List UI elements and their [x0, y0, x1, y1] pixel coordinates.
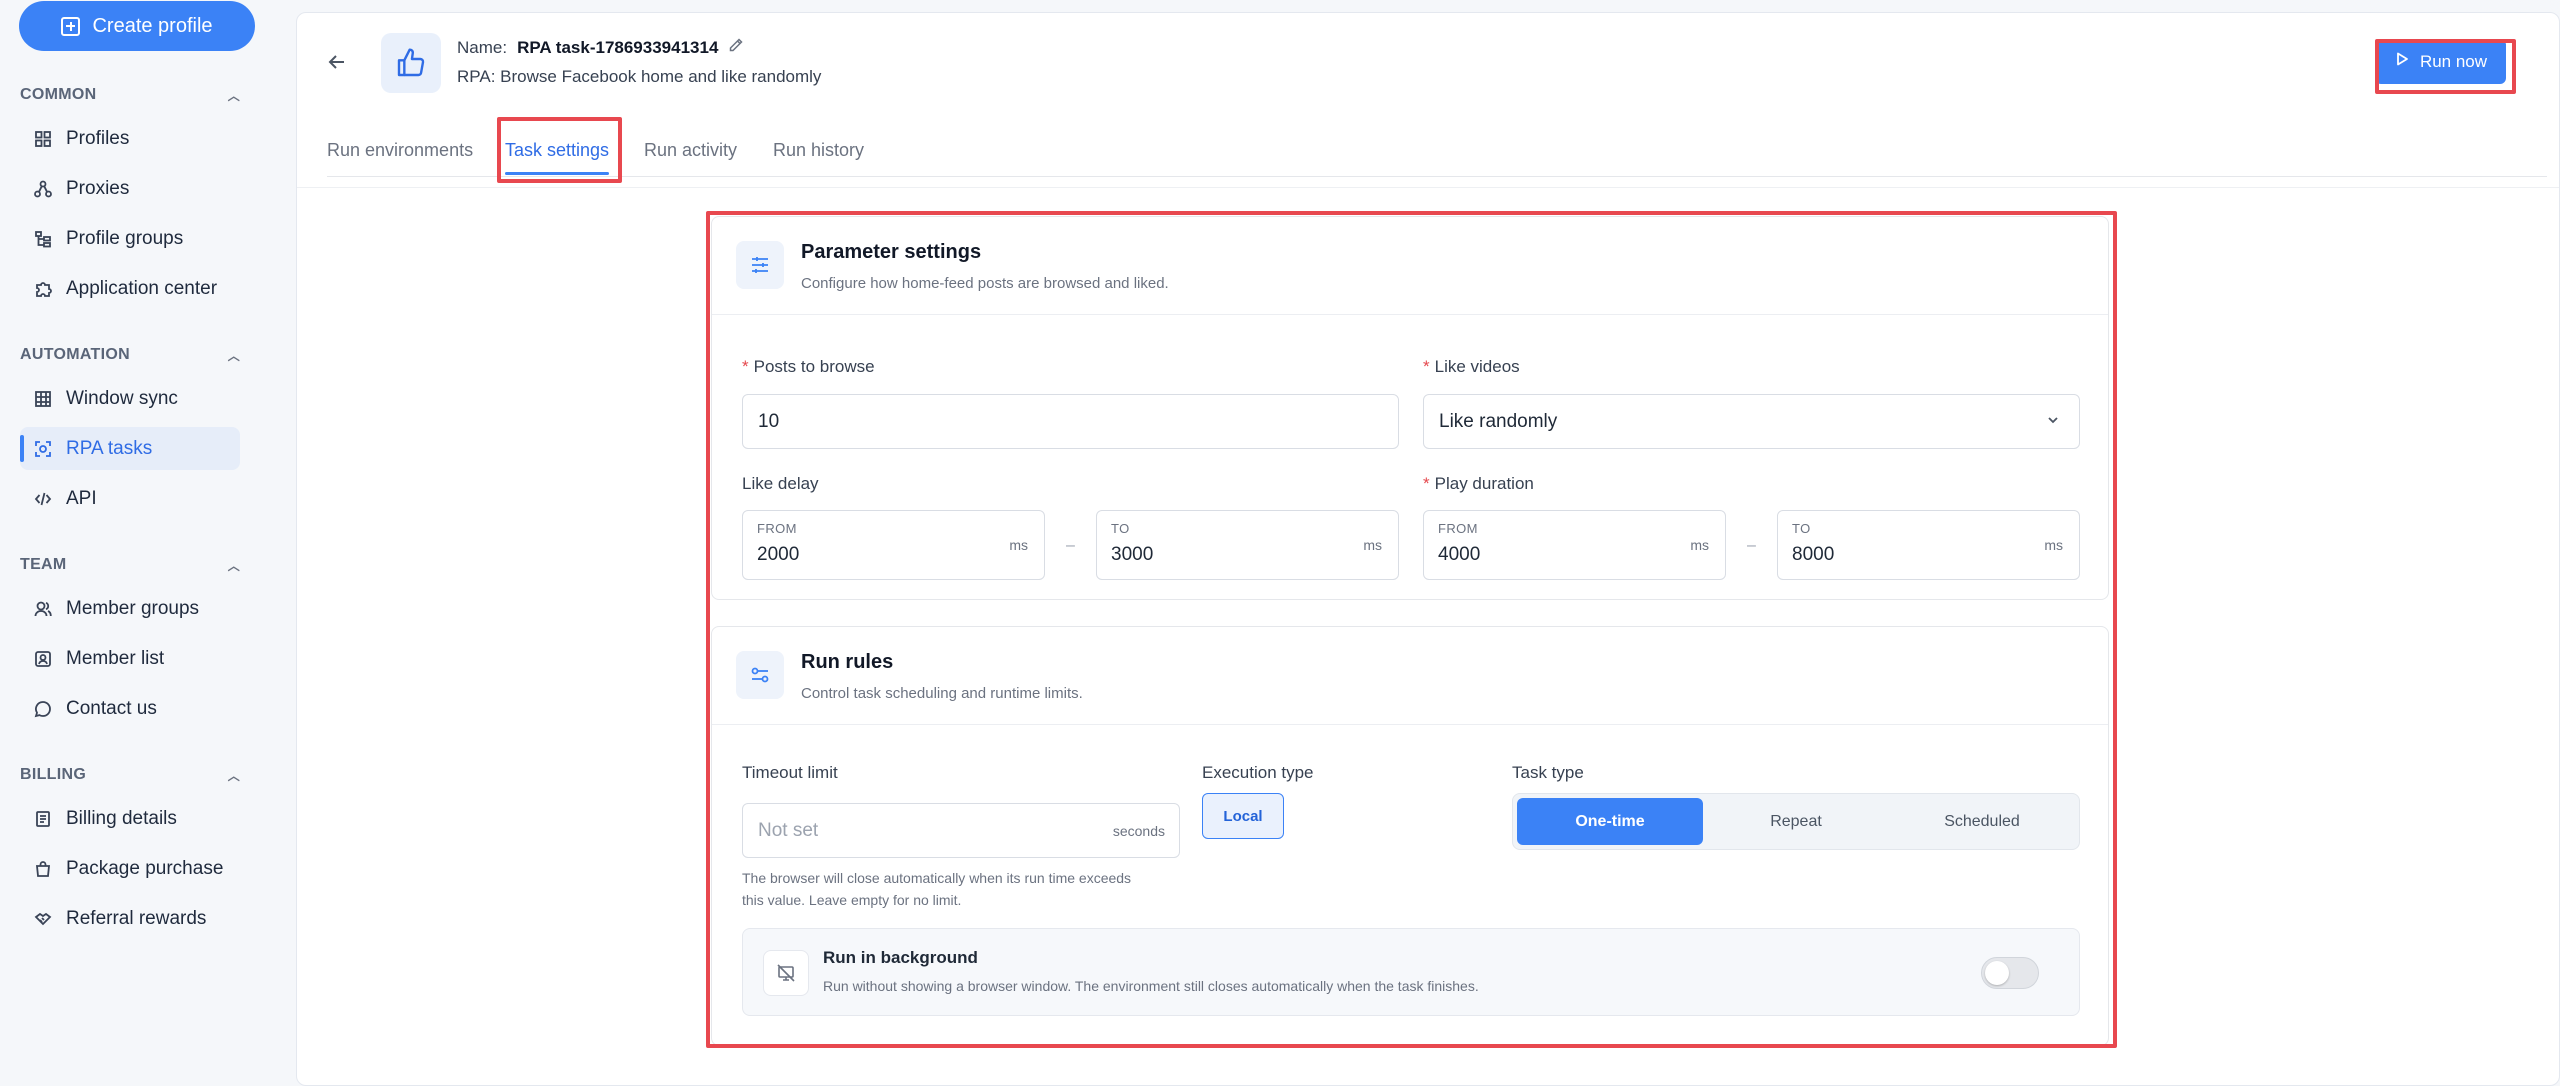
handshake-icon — [34, 910, 52, 928]
run-in-background-row: Run in background Run without showing a … — [742, 928, 2080, 1016]
header-divider — [297, 187, 2559, 188]
run-rules-card: Run rules Control task scheduling and ru… — [711, 626, 2109, 1046]
puzzle-icon — [34, 280, 52, 298]
parameter-settings-subtitle: Configure how home-feed posts are browse… — [801, 275, 1169, 292]
tab-task-settings[interactable]: Task settings — [505, 140, 610, 175]
users-icon — [34, 600, 52, 618]
play-duration-from-input[interactable]: FROM 4000 ms — [1423, 510, 1726, 580]
chevron-up-icon: ︿ — [227, 558, 240, 573]
rpa-label: RPA: — [457, 67, 496, 86]
execution-type-local-button[interactable]: Local — [1202, 793, 1284, 839]
main-panel: Name: RPA task-1786933941314 RPA: Browse… — [296, 12, 2560, 1086]
task-type-scheduled[interactable]: Scheduled — [1889, 798, 2075, 845]
rpa-value: Browse Facebook home and like randomly — [500, 67, 822, 86]
sidebar-item-billing-details[interactable]: Billing details — [20, 797, 240, 840]
run-rules-subtitle: Control task scheduling and runtime limi… — [801, 685, 1083, 702]
sidebar-item-rpa-tasks[interactable]: RPA tasks — [20, 427, 240, 470]
run-rules-header: Run rules Control task scheduling and ru… — [712, 627, 2108, 725]
range-dash: – — [1747, 537, 1756, 554]
name-label: Name: — [457, 37, 508, 57]
parameter-settings-card: Parameter settings Configure how home-fe… — [711, 216, 2109, 600]
robot-scan-icon — [34, 440, 52, 458]
timeout-limit-input[interactable]: Not set seconds — [742, 803, 1180, 858]
plus-square-icon — [61, 16, 81, 36]
tab-run-environments[interactable]: Run environments — [327, 140, 473, 161]
create-profile-button[interactable]: Create profile — [19, 1, 255, 51]
run-in-background-title: Run in background — [823, 948, 978, 967]
grid-icon — [34, 130, 52, 148]
task-type-segmented-control: One-time Repeat Scheduled — [1512, 793, 2080, 850]
task-type-repeat[interactable]: Repeat — [1703, 798, 1889, 845]
sidebar-item-member-list[interactable]: Member list — [20, 637, 240, 680]
sidebar: Create profile COMMON ︿ Profiles Proxies … — [0, 0, 296, 1086]
timeout-help-text: The browser will close automatically whe… — [742, 870, 1132, 908]
play-icon — [2394, 51, 2410, 72]
like-delay-label: Like delay — [742, 474, 819, 493]
run-in-background-desc: Run without showing a browser window. Th… — [823, 978, 1479, 994]
shopping-bag-icon — [34, 860, 52, 878]
tree-icon — [34, 230, 52, 248]
create-profile-label: Create profile — [92, 14, 213, 37]
sidebar-item-package-purchase[interactable]: Package purchase — [20, 847, 240, 890]
chat-bubble-icon — [34, 700, 52, 718]
like-videos-label: * Like videos — [1423, 357, 1520, 376]
sidebar-item-profiles[interactable]: Profiles — [20, 117, 240, 160]
timeout-limit-label: Timeout limit — [742, 763, 838, 782]
chevron-down-icon — [2045, 412, 2061, 434]
back-arrow-icon[interactable] — [327, 51, 347, 79]
like-videos-select[interactable]: Like randomly — [1423, 394, 2080, 449]
tab-run-history[interactable]: Run history — [773, 140, 864, 161]
like-delay-to-input[interactable]: TO 3000 ms — [1096, 510, 1399, 580]
sidebar-item-proxies[interactable]: Proxies — [20, 167, 240, 210]
sidebar-item-contact-us[interactable]: Contact us — [20, 687, 240, 730]
sidebar-item-window-sync[interactable]: Window sync — [20, 377, 240, 420]
posts-to-browse-label: * Posts to browse — [742, 357, 875, 376]
execution-type-label: Execution type — [1202, 763, 1314, 782]
task-name-row: Name: RPA task-1786933941314 — [457, 37, 744, 58]
section-billing-header[interactable]: BILLING ︿ — [20, 766, 240, 784]
task-name: RPA task-1786933941314 — [517, 37, 719, 57]
sliders-icon — [736, 241, 784, 289]
network-icon — [34, 180, 52, 198]
edit-pencil-icon[interactable] — [728, 37, 744, 58]
sidebar-item-referral-rewards[interactable]: Referral rewards — [20, 897, 240, 940]
run-in-background-toggle[interactable] — [1981, 957, 2039, 989]
toggle-settings-icon — [736, 651, 784, 699]
chevron-up-icon: ︿ — [227, 88, 240, 103]
run-now-button[interactable]: Run now — [2375, 39, 2506, 84]
like-delay-from-input[interactable]: FROM 2000 ms — [742, 510, 1045, 580]
parameter-settings-title: Parameter settings — [801, 241, 982, 263]
tab-run-activity[interactable]: Run activity — [644, 140, 737, 161]
run-now-label: Run now — [2419, 51, 2488, 71]
chevron-up-icon: ︿ — [227, 768, 240, 783]
user-card-icon — [34, 650, 52, 668]
play-duration-label: * Play duration — [1423, 474, 1534, 493]
sidebar-item-member-groups[interactable]: Member groups — [20, 587, 240, 630]
code-icon — [34, 490, 52, 508]
chevron-up-icon: ︿ — [227, 348, 240, 363]
posts-to-browse-input[interactable]: 10 — [742, 394, 1399, 449]
play-duration-to-input[interactable]: TO 8000 ms — [1777, 510, 2080, 580]
parameter-settings-header: Parameter settings Configure how home-fe… — [712, 217, 2108, 315]
window-grid-icon — [34, 390, 52, 408]
sidebar-item-application-center[interactable]: Application center — [20, 267, 240, 310]
sidebar-item-profile-groups[interactable]: Profile groups — [20, 217, 240, 260]
task-rpa-row: RPA: Browse Facebook home and like rando… — [457, 67, 821, 87]
run-rules-title: Run rules — [801, 651, 894, 673]
receipt-icon — [34, 810, 52, 828]
monitor-off-icon — [763, 950, 809, 996]
task-type-label: Task type — [1512, 763, 1584, 782]
thumbs-up-icon — [381, 33, 441, 93]
section-automation-header[interactable]: AUTOMATION ︿ — [20, 346, 240, 364]
section-team-header[interactable]: TEAM ︿ — [20, 556, 240, 574]
tab-bar: Run environments Task settings Run activ… — [327, 127, 2547, 177]
sidebar-item-api[interactable]: API — [20, 477, 240, 520]
range-dash: – — [1066, 537, 1075, 554]
task-type-one-time[interactable]: One-time — [1517, 798, 1703, 845]
section-common-header[interactable]: COMMON ︿ — [20, 86, 240, 104]
